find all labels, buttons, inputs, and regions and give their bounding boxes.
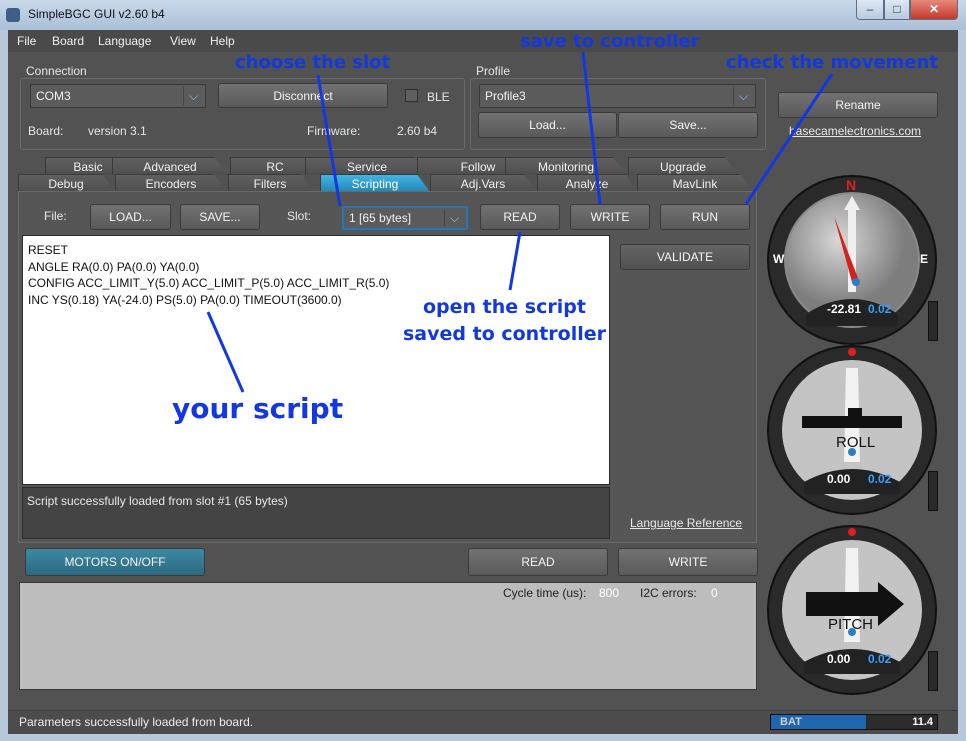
maximize-button[interactable]: □: [884, 0, 910, 20]
tab-advanced[interactable]: Advanced: [112, 157, 228, 175]
tab-adj-vars[interactable]: Adj.Vars: [430, 174, 536, 192]
firmware-value: 2.60 b4: [397, 124, 438, 138]
file-label: File:: [44, 209, 67, 223]
pitch-label: PITCH: [828, 616, 873, 633]
menu-file[interactable]: File: [17, 34, 36, 48]
annotation-choose-slot: choose the slot: [235, 52, 391, 73]
roll-speed-value: 0.02: [868, 472, 892, 486]
roll-gauge: [767, 345, 937, 515]
menu-board[interactable]: Board: [52, 34, 84, 48]
script-status-box: Script successfully loaded from slot #1 …: [22, 487, 610, 539]
chevron-down-icon: ⌵: [733, 87, 753, 105]
validate-button[interactable]: VALIDATE: [620, 244, 750, 270]
connection-label: Connection: [26, 64, 87, 78]
script-line: RESET: [28, 243, 69, 257]
tab-service[interactable]: Service: [305, 157, 429, 175]
yaw-level-bar: [928, 301, 938, 341]
slot-label: Slot:: [287, 209, 312, 223]
profile-save-button[interactable]: Save...: [618, 112, 758, 138]
port-select[interactable]: COM3 ⌵: [30, 84, 206, 108]
north-marker: N: [846, 177, 857, 193]
battery-label: BAT: [780, 716, 802, 728]
minimize-button[interactable]: –: [856, 0, 884, 20]
tab-scripting[interactable]: Scripting: [320, 174, 430, 192]
tab-analyze[interactable]: Analyze: [537, 174, 637, 192]
bottom-read-button[interactable]: READ: [468, 548, 608, 576]
tab-mavlink[interactable]: MavLink: [637, 174, 753, 192]
menu-view[interactable]: View: [170, 34, 196, 48]
profile-load-button[interactable]: Load...: [478, 112, 617, 138]
app-icon: [6, 8, 20, 22]
bottom-write-button[interactable]: WRITE: [618, 548, 758, 576]
east-marker: E: [920, 252, 929, 266]
roll-level-bar: [928, 471, 938, 511]
annotation-your-script: your script: [172, 392, 344, 425]
profile-select[interactable]: Profile3 ⌵: [479, 84, 756, 108]
port-value: COM3: [36, 89, 71, 103]
pitch-speed-value: 0.02: [868, 652, 892, 666]
script-line: CONFIG ACC_LIMIT_Y(5.0) ACC_LIMIT_P(5.0)…: [28, 276, 390, 290]
motors-toggle-button[interactable]: MOTORS ON/OFF: [25, 548, 205, 576]
firmware-label: Firmware:: [307, 124, 361, 138]
yaw-gauge: [767, 175, 937, 345]
pitch-marker-icon: [848, 528, 856, 536]
menu-language[interactable]: Language: [98, 34, 151, 48]
website-link[interactable]: basecamelectronics.com: [789, 124, 921, 138]
ble-label: BLE: [427, 90, 450, 104]
cycle-time-value: 800: [599, 586, 620, 600]
language-reference-link[interactable]: Language Reference: [630, 516, 742, 530]
tab-encoders[interactable]: Encoders: [115, 174, 227, 192]
window-title: SimpleBGC GUI v2.60 b4: [28, 7, 165, 21]
script-read-button[interactable]: READ: [480, 204, 560, 230]
tab-upgrade[interactable]: Upgrade: [628, 157, 738, 175]
cycle-time-label: Cycle time (us):: [503, 586, 587, 600]
yaw-angle-value: -22.81: [827, 302, 862, 316]
slot-select[interactable]: 1 [65 bytes] ⌵: [342, 206, 468, 230]
disconnect-button[interactable]: Disconnect: [218, 83, 388, 108]
tab-monitoring[interactable]: Monitoring: [505, 157, 627, 175]
script-write-button[interactable]: WRITE: [570, 204, 650, 230]
tab-debug[interactable]: Debug: [18, 174, 114, 192]
pitch-angle-value: 0.00: [827, 652, 851, 666]
script-status-text: Script successfully loaded from slot #1 …: [27, 494, 288, 508]
battery-value: 11.4: [912, 716, 933, 728]
script-save-button[interactable]: SAVE...: [180, 204, 260, 230]
i2c-errors-label: I2C errors:: [640, 586, 697, 600]
board-value: version 3.1: [88, 124, 147, 138]
ble-checkbox[interactable]: [405, 89, 418, 102]
script-run-button[interactable]: RUN: [660, 204, 750, 230]
annotation-open-script: open the script: [423, 296, 586, 318]
tab-filters[interactable]: Filters: [228, 174, 312, 192]
chevron-down-icon: ⌵: [444, 210, 464, 226]
script-editor[interactable]: RESET ANGLE RA(0.0) PA(0.0) YA(0.0) CONF…: [22, 235, 610, 485]
battery-bar: BAT 11.4: [770, 714, 938, 730]
menu-help[interactable]: Help: [210, 34, 235, 48]
yaw-speed-value: 0.02: [868, 302, 892, 316]
annotation-save-controller: save to controller: [520, 31, 700, 52]
roll-angle-value: 0.00: [827, 472, 851, 486]
board-label: Board:: [28, 124, 64, 138]
profile-label: Profile: [476, 64, 511, 78]
close-button[interactable]: ✕: [910, 0, 958, 20]
annotation-check-movement: check the movement: [726, 52, 938, 73]
annotation-saved-controller: saved to controller: [403, 323, 606, 345]
script-line: ANGLE RA(0.0) PA(0.0) YA(0.0): [28, 259, 200, 274]
chevron-down-icon: ⌵: [183, 87, 203, 105]
west-marker: W: [773, 252, 785, 266]
i2c-errors-value: 0: [711, 586, 718, 600]
slot-value: 1 [65 bytes]: [349, 211, 412, 225]
roll-marker-icon: [848, 348, 856, 356]
pitch-gauge: [767, 525, 937, 695]
profile-value: Profile3: [485, 89, 526, 103]
pitch-level-bar: [928, 651, 938, 691]
script-load-button[interactable]: LOAD...: [90, 204, 171, 230]
roll-label: ROLL: [836, 434, 876, 451]
status-text: Parameters successfully loaded from boar…: [19, 715, 254, 729]
rename-button[interactable]: Rename: [778, 92, 938, 118]
